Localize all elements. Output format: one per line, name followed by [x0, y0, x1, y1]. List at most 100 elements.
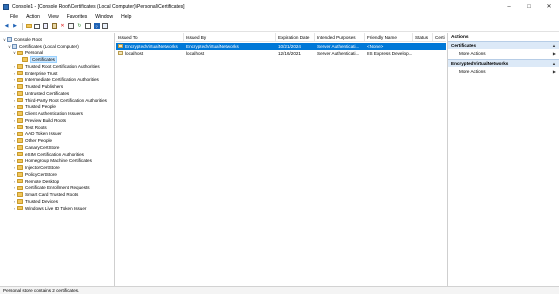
- collapse-up-icon[interactable]: ▲: [552, 43, 556, 48]
- tree-item[interactable]: › Smart Card Trusted Roots: [12, 191, 79, 198]
- window-controls: – □ ✕: [499, 0, 559, 13]
- folder-icon: [17, 64, 23, 69]
- tree-item-label: Other People: [25, 138, 53, 144]
- tree-item[interactable]: ∨ Console Root: [2, 36, 42, 43]
- column-friendly-name[interactable]: Friendly Name: [365, 33, 413, 42]
- more-actions-item[interactable]: More Actions ▶: [448, 67, 559, 76]
- tree-item[interactable]: › AAD Token Issuer: [12, 131, 62, 138]
- cell-intended-purposes: Server Authenticati...: [317, 50, 360, 56]
- cell-expiration-date: 10/21/2024: [278, 43, 301, 49]
- folder-icon: [17, 185, 23, 191]
- tree-item[interactable]: › CanaryCertStore: [12, 144, 60, 151]
- tree-item-label: AAD Token Issuer: [25, 131, 62, 137]
- menu-view[interactable]: View: [44, 14, 63, 20]
- tree-item[interactable]: › Third-Party Root Certification Authorit…: [12, 97, 107, 104]
- tree-item[interactable]: › PolicyCertStore: [12, 171, 57, 178]
- tree-item-label: Console Root: [14, 36, 42, 42]
- tree-item[interactable]: › InjectorCertStore: [12, 164, 60, 171]
- folder-icon: [17, 118, 23, 123]
- cell-issued-by: EncryptedVirtualNetworks: [186, 43, 239, 49]
- tree-item[interactable]: › Trusted Devices: [12, 198, 58, 205]
- tree-item[interactable]: › Intermediate Certification Authorities: [12, 77, 99, 84]
- collapse-up-icon[interactable]: ▲: [552, 61, 556, 66]
- back-arrow-icon[interactable]: ◀: [3, 23, 10, 30]
- tree-item-label: Homegroup Machine Certificates: [25, 158, 92, 164]
- show-tree-icon[interactable]: [34, 23, 41, 30]
- paste-icon[interactable]: [51, 23, 58, 30]
- folder-icon: [17, 192, 23, 197]
- tree-item[interactable]: ∨ Certificates (Local Computer): [7, 43, 79, 50]
- column-expiration-date[interactable]: Expiration Date: [276, 33, 315, 42]
- export-icon[interactable]: [85, 23, 92, 30]
- more-actions-label: More Actions: [459, 51, 486, 56]
- actions-section-label: Certificates: [451, 43, 477, 48]
- tree-item-label: InjectorCertStore: [25, 165, 60, 171]
- tree-item[interactable]: › Remote Desktop: [12, 178, 59, 185]
- refresh-icon[interactable]: ↻: [76, 23, 83, 30]
- properties-icon[interactable]: [68, 23, 75, 30]
- tree-item-label: PolicyCertStore: [25, 171, 57, 177]
- more-actions-label: More Actions: [459, 69, 486, 74]
- submenu-arrow-icon: ▶: [552, 69, 556, 74]
- tree-item[interactable]: › Homegroup Machine Certificates: [12, 158, 92, 165]
- cell-friendly-name: <None>: [367, 43, 384, 49]
- column-intended-purposes[interactable]: Intended Purposes: [315, 33, 365, 42]
- folder-icon: [17, 124, 23, 130]
- actions-pane: Actions Certificates ▲ More Actions ▶ En…: [447, 33, 559, 286]
- tree-item-label: Remote Desktop: [25, 178, 60, 184]
- folder-icon: [17, 50, 23, 56]
- tree-item[interactable]: › Test Roots: [12, 124, 47, 131]
- tree-item[interactable]: › Trusted Root Certification Authorities: [12, 63, 100, 70]
- menu-bar: File Action View Favorites Window Help: [0, 13, 559, 21]
- folder-icon: [17, 178, 23, 184]
- folder-icon: [17, 131, 23, 137]
- console-tree: ∨ Console Root ∨ Certificates (Local Comput…: [0, 33, 115, 286]
- menu-action[interactable]: Action: [22, 14, 44, 20]
- actions-section-selected-certificate[interactable]: EncryptedVirtualNetworks ▲: [448, 59, 559, 67]
- certificate-row[interactable]: localhost localhost 12/16/2021 Server Au…: [116, 50, 446, 57]
- tree-item[interactable]: › Trusted People: [12, 104, 56, 111]
- column-certificate-template[interactable]: Certi: [433, 33, 446, 42]
- up-folder-icon[interactable]: [25, 23, 32, 30]
- tree-item[interactable]: › Trusted Publishers: [12, 83, 63, 90]
- more-actions-item[interactable]: More Actions ▶: [448, 49, 559, 58]
- minimize-icon[interactable]: –: [499, 0, 519, 13]
- tree-item[interactable]: › Enterprise Trust: [12, 70, 58, 77]
- column-issued-to[interactable]: Issued To: [116, 33, 184, 42]
- tree-item[interactable]: › Untrusted Certificates: [12, 90, 69, 97]
- certificate-list: Issued To Issued By Expiration Date Inte…: [116, 33, 446, 286]
- menu-favorites[interactable]: Favorites: [63, 14, 92, 20]
- forward-arrow-icon[interactable]: ▶: [12, 23, 19, 30]
- tree-item[interactable]: › Other People: [12, 137, 52, 144]
- close-icon[interactable]: ✕: [539, 0, 559, 13]
- menu-file[interactable]: File: [0, 14, 22, 20]
- tree-item[interactable]: › Windows Live ID Token Issuer: [12, 205, 87, 212]
- tree-item[interactable]: Certificates: [17, 56, 57, 64]
- column-issued-by[interactable]: Issued By: [184, 33, 276, 42]
- maximize-icon[interactable]: □: [519, 0, 539, 13]
- copy-icon[interactable]: [42, 23, 49, 30]
- delete-icon[interactable]: ✕: [59, 23, 66, 30]
- tree-item[interactable]: › Certificate Enrollment Requests: [12, 185, 90, 192]
- help-icon[interactable]: ?: [93, 23, 100, 30]
- folder-icon: [17, 199, 23, 204]
- tree-item[interactable]: › Client Authentication Issuers: [12, 110, 83, 117]
- folder-icon: [17, 158, 23, 164]
- tree-item-label: Intermediate Certification Authorities: [25, 77, 99, 83]
- column-status[interactable]: Status: [413, 33, 433, 42]
- menu-window[interactable]: Window: [91, 14, 117, 20]
- actions-section-certificates[interactable]: Certificates ▲: [448, 41, 559, 49]
- issued-to-text: EncryptedVirtualNetworks: [125, 43, 178, 49]
- menu-help[interactable]: Help: [117, 14, 135, 20]
- tree-item-label: Certificate Enrollment Requests: [25, 185, 90, 191]
- tree-item-label: Certificates (Local Computer): [19, 43, 79, 49]
- folder-icon: [17, 151, 23, 157]
- toolbar: ◀ ▶ ✕ ↻ ?: [0, 21, 559, 32]
- cell-expiration-date: 12/16/2021: [278, 50, 301, 56]
- folder-icon: [17, 111, 23, 116]
- tree-item[interactable]: › eSIM Certification Authorities: [12, 151, 84, 158]
- certificate-row[interactable]: EncryptedVirtualNetworks EncryptedVirtua…: [116, 43, 446, 50]
- tree-item[interactable]: › Preview Build Roots: [12, 117, 66, 124]
- cell-status: [413, 43, 433, 50]
- show-action-pane-icon[interactable]: [102, 23, 109, 30]
